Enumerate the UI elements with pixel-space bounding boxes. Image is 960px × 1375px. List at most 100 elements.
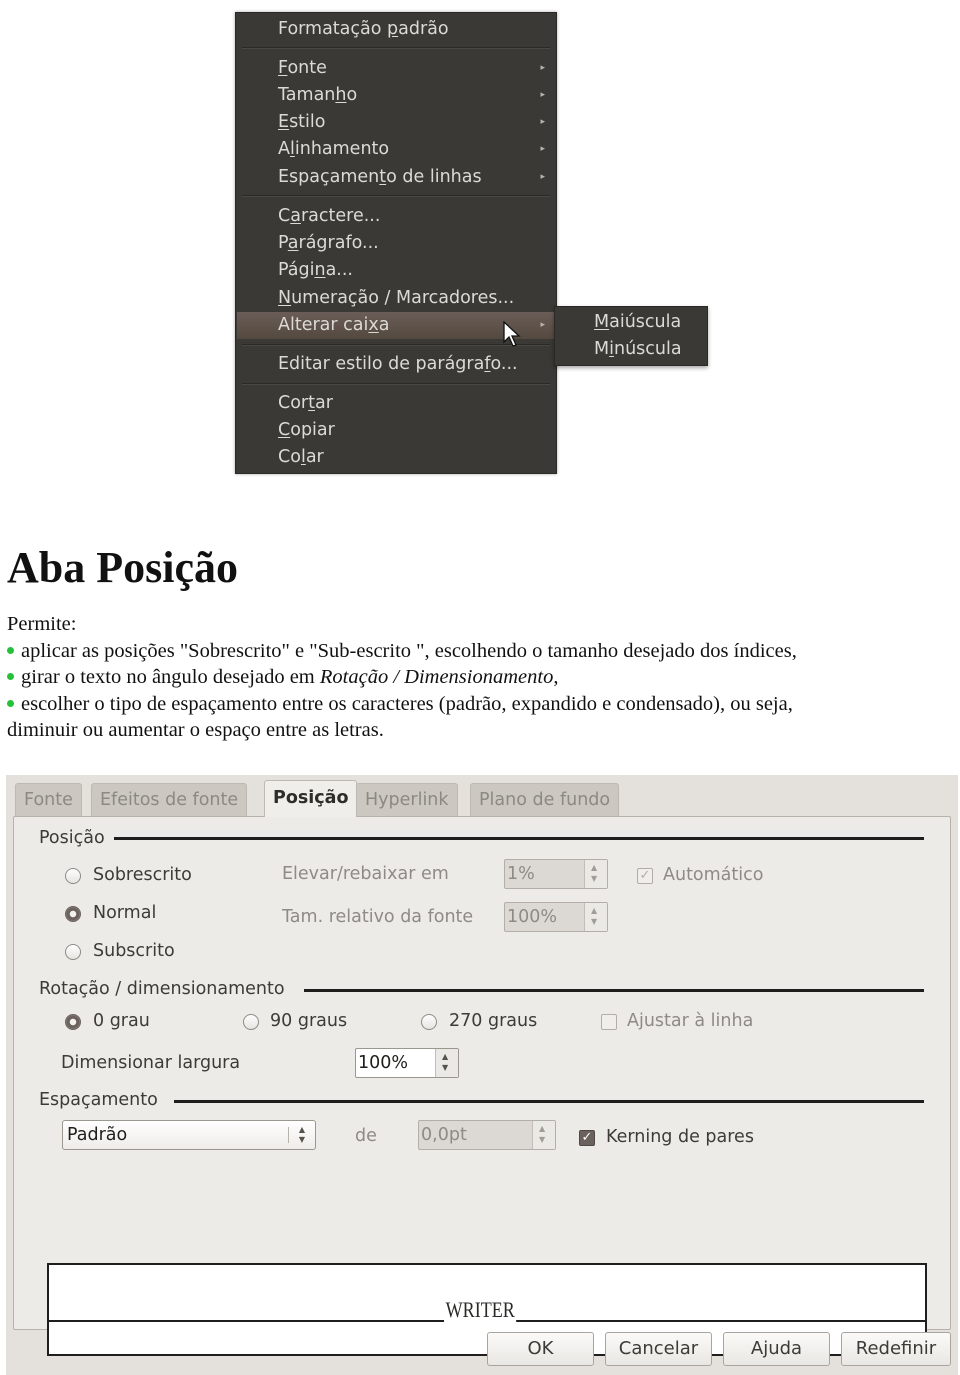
scale-width-spinner[interactable]: 100% ▲ ▼	[355, 1048, 459, 1078]
menu-item-paste[interactable]: Colar	[237, 444, 555, 471]
scale-width-value[interactable]: 100%	[358, 1052, 408, 1074]
rotation-270-label[interactable]: 270 graus	[449, 1010, 537, 1032]
rotation-270-radio[interactable]	[421, 1014, 437, 1030]
ok-button[interactable]: OK	[487, 1332, 594, 1366]
menu-item-copy[interactable]: Copiar	[237, 417, 555, 444]
reset-button[interactable]: Redefinir	[841, 1332, 951, 1366]
relative-size-label: Tam. relativo da fonte	[282, 907, 474, 927]
mnemonic-char: a	[290, 206, 301, 226]
mnemonic-char: f	[484, 354, 491, 374]
superscript-label[interactable]: Sobrescrito	[93, 864, 192, 886]
automatic-checkbox[interactable]: ✓	[637, 868, 653, 884]
menu-item-label: Copiar	[278, 420, 335, 440]
spin-up-icon[interactable]: ▲	[591, 863, 597, 873]
rotation-90-label[interactable]: 90 graus	[270, 1010, 347, 1032]
bullet-item: aplicar as posições "Sobrescrito" e "Sub…	[7, 638, 957, 665]
menu-item-page[interactable]: Página...	[237, 257, 555, 284]
menu-item-label: Alinhamento	[278, 139, 390, 159]
menu-item-label: Editar estilo de parágrafo...	[278, 354, 518, 374]
spin-buttons[interactable]: ▲ ▼	[435, 1049, 458, 1077]
help-button[interactable]: Ajuda	[723, 1332, 830, 1366]
scale-width-label: Dimensionar largura	[61, 1053, 241, 1073]
menu-item-cut[interactable]: Cortar	[237, 390, 555, 417]
tab-background[interactable]: Plano de fundo	[470, 783, 620, 816]
mnemonic-char: a	[287, 233, 299, 253]
group-separator	[304, 989, 924, 992]
position-tab-panel: Posição Sobrescrito Normal Subscrito Ele…	[13, 816, 951, 1356]
kerning-checkbox[interactable]: ✓	[579, 1130, 595, 1146]
spacing-group-label: Espaçamento	[39, 1090, 166, 1110]
tab-font[interactable]: Fonte	[15, 783, 82, 816]
bullet-item: escolher o tipo de espaçamento entre os …	[7, 691, 957, 718]
spin-down-icon[interactable]: ▼	[591, 874, 597, 884]
mnemonic-char: p	[387, 19, 399, 39]
tab-font-effects[interactable]: Efeitos de fonte	[91, 783, 248, 816]
spacing-type-value: Padrão	[67, 1125, 128, 1145]
menu-item-size[interactable]: Tamanho ▸	[237, 82, 555, 109]
menu-item-font[interactable]: Fonte ▸	[237, 55, 555, 82]
menu-item-label: Numeração / Marcadores...	[278, 288, 515, 308]
kerning-label[interactable]: Kerning de pares	[606, 1126, 754, 1148]
menu-item-style[interactable]: Estilo ▸	[237, 109, 555, 136]
superscript-radio[interactable]	[65, 868, 81, 884]
intro-text: Permite:	[7, 613, 77, 635]
menu-item-numbering-bullets[interactable]: Numeração / Marcadores...	[237, 285, 555, 312]
subscript-radio[interactable]	[65, 944, 81, 960]
menu-item-default-formatting[interactable]: Formatação padrão	[237, 16, 555, 43]
submenu-item-lowercase[interactable]: Minúscula	[556, 336, 706, 363]
rotation-90-radio[interactable]	[243, 1014, 259, 1030]
menu-item-label: Tamanho	[278, 85, 358, 105]
position-group-label: Posição	[39, 828, 113, 848]
menu-item-line-spacing[interactable]: Espaçamento de linhas ▸	[237, 164, 555, 191]
mnemonic-char: i	[609, 339, 614, 359]
mnemonic-char: F	[278, 58, 288, 78]
spin-buttons[interactable]: ▲ ▼	[532, 1121, 555, 1149]
spin-buttons[interactable]: ▲ ▼	[584, 860, 607, 888]
spin-down-icon[interactable]: ▼	[591, 917, 597, 927]
raise-lower-value: 1%	[507, 864, 535, 884]
relative-size-value: 100%	[507, 907, 558, 927]
spin-up-icon[interactable]: ▲	[591, 906, 597, 916]
normal-label[interactable]: Normal	[93, 902, 156, 924]
rotation-0-radio[interactable]	[65, 1014, 81, 1030]
menu-item-label: Colar	[278, 447, 324, 467]
fit-to-line-checkbox[interactable]	[601, 1014, 617, 1030]
raise-lower-spinner[interactable]: 1% ▲ ▼	[504, 859, 608, 889]
mnemonic-char: t	[308, 393, 315, 413]
spin-down-icon[interactable]: ▼	[442, 1063, 448, 1073]
context-menu: Formatação padrão Fonte ▸ Tamanho ▸ Estilo…	[235, 12, 557, 474]
bullet-text-end: ,	[553, 666, 559, 688]
bullet-item: girar o texto no ângulo desejado em Rota…	[7, 664, 957, 691]
mnemonic-char: C	[278, 420, 291, 440]
spin-down-icon[interactable]: ▼	[539, 1135, 545, 1145]
tab-hyperlink[interactable]: Hyperlink	[356, 783, 458, 816]
menu-item-label: Maiúscula	[594, 312, 682, 332]
spin-up-icon[interactable]: ▲	[539, 1124, 545, 1134]
spacing-by-spinner[interactable]: 0,0pt ▲ ▼	[418, 1120, 556, 1150]
menu-item-label: Cortar	[278, 393, 333, 413]
menu-item-label: Formatação padrão	[278, 19, 449, 39]
menu-item-alignment[interactable]: Alinhamento ▸	[237, 136, 555, 163]
group-separator	[114, 837, 924, 840]
group-separator	[174, 1100, 924, 1103]
cancel-button[interactable]: Cancelar	[605, 1332, 712, 1366]
spin-buttons[interactable]: ▲ ▼	[584, 903, 607, 931]
spacing-type-select[interactable]: Padrão ▲ ▼	[62, 1120, 316, 1150]
section-body: Permite: aplicar as posições "Sobrescrit…	[7, 611, 957, 744]
spacing-by-value: 0,0pt	[421, 1125, 467, 1145]
spacing-by-label: de	[355, 1126, 377, 1146]
relative-size-spinner[interactable]: 100% ▲ ▼	[504, 902, 608, 932]
bullet-icon	[7, 673, 14, 681]
normal-radio[interactable]	[65, 906, 81, 922]
menu-item-paragraph[interactable]: Parágrafo...	[237, 230, 555, 257]
menu-item-character[interactable]: Caractere...	[237, 203, 555, 230]
menu-item-edit-paragraph-style[interactable]: Editar estilo de parágrafo...	[237, 351, 555, 378]
mnemonic-char: h	[335, 85, 347, 105]
mnemonic-char: E	[278, 112, 290, 132]
spin-up-icon[interactable]: ▲	[442, 1052, 448, 1062]
bullet-icon	[7, 699, 14, 707]
tab-position[interactable]: Posição	[264, 780, 358, 817]
subscript-label[interactable]: Subscrito	[93, 940, 175, 962]
rotation-0-label[interactable]: 0 grau	[93, 1010, 150, 1032]
submenu-item-uppercase[interactable]: Maiúscula	[556, 309, 706, 336]
